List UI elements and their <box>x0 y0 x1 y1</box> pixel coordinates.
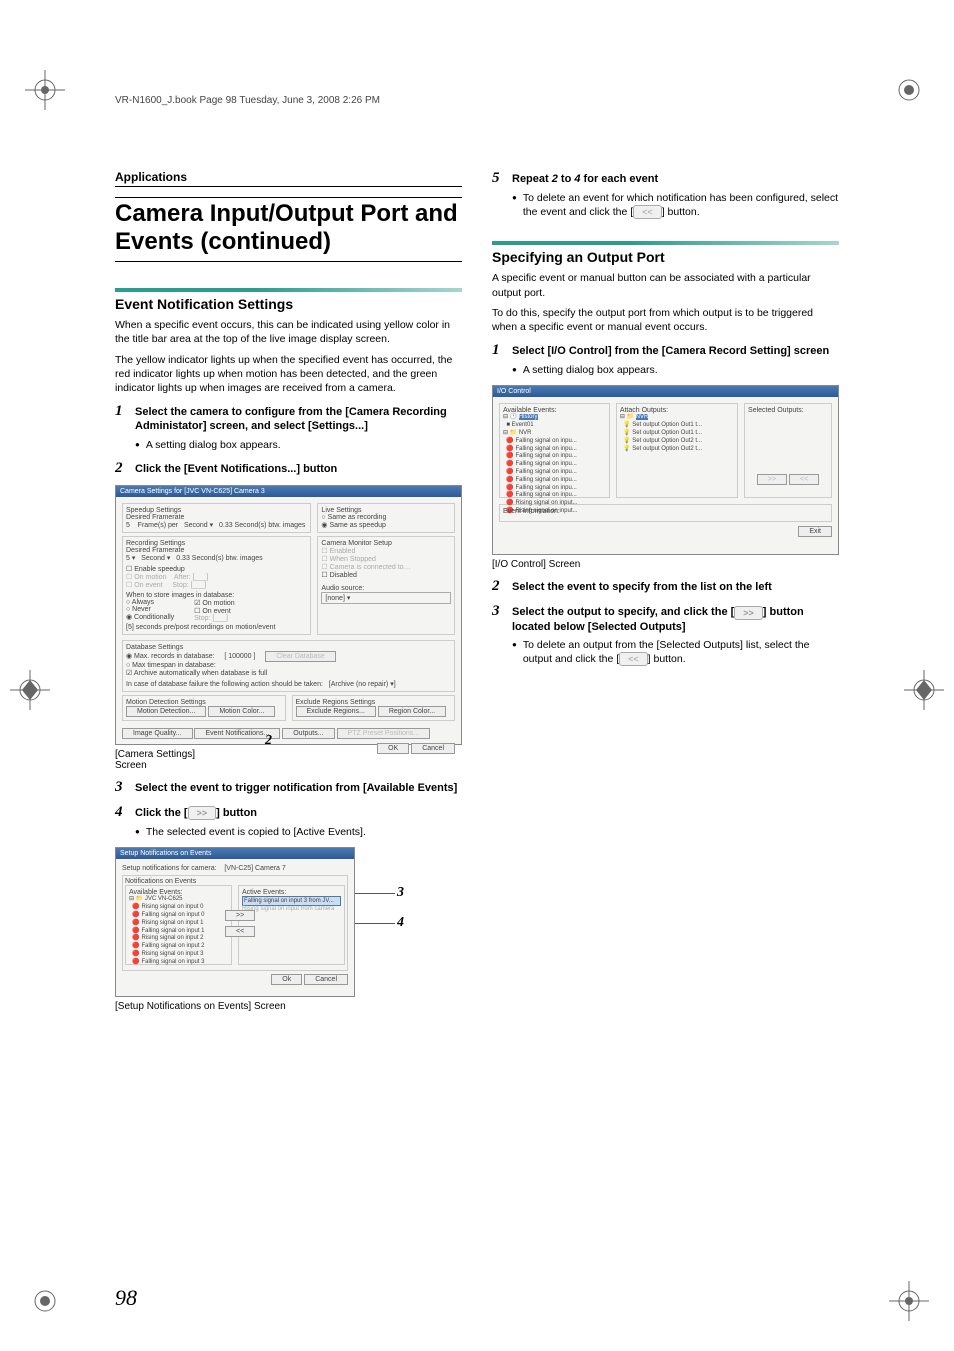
callout-line <box>355 923 395 924</box>
step-text: Click the [>>] button <box>135 804 257 821</box>
step-number: 3 <box>492 603 506 634</box>
screenshot-setup-notifications: Setup Notifications on Events Setup noti… <box>115 847 355 997</box>
callout-number: 2 <box>265 733 272 749</box>
step-text: Repeat 2 to 4 for each event <box>512 170 658 187</box>
bullet-text: A setting dialog box appears. <box>135 438 462 452</box>
screenshot-caption: [I/O Control] Screen <box>492 559 839 570</box>
step-text: Select the output to specify, and click … <box>512 603 839 634</box>
subheading-output-port: Specifying an Output Port <box>492 249 839 265</box>
crop-mark-icon <box>904 670 944 710</box>
crop-mark-icon <box>25 1281 65 1321</box>
step-number: 2 <box>115 460 129 477</box>
dialog-titlebar: I/O Control <box>493 386 838 397</box>
step-number: 5 <box>492 170 506 187</box>
page-meta: VR-N1600_J.book Page 98 Tuesday, June 3,… <box>115 95 380 106</box>
bullet-text: The selected event is copied to [Active … <box>135 825 462 839</box>
step-number: 1 <box>492 342 506 359</box>
step-number: 4 <box>115 804 129 821</box>
body-text: To do this, specify the output port from… <box>492 306 839 334</box>
crop-mark-icon <box>10 670 50 710</box>
arrow-left-button-icon: << <box>633 205 662 219</box>
page-number: 98 <box>115 1285 137 1311</box>
step-text: Click the [Event Notifications...] butto… <box>135 460 337 477</box>
step-text: Select the event to specify from the lis… <box>512 578 772 595</box>
step-number: 3 <box>115 779 129 796</box>
screenshot-io-control: I/O Control Available Events: ⊟ 🕐 Histor… <box>492 385 839 555</box>
arrow-right-button-icon: >> <box>734 606 763 620</box>
accent-rule <box>115 288 462 292</box>
callout-number: 4 <box>397 915 404 931</box>
screenshot-camera-settings: Camera Settings for [JVC VN-C625] Camera… <box>115 485 462 745</box>
callout-number: 3 <box>397 885 404 901</box>
step-number: 1 <box>115 403 129 434</box>
divider <box>115 186 462 187</box>
step-text: Select the camera to configure from the … <box>135 403 462 434</box>
arrow-right-button-icon: >> <box>188 806 217 820</box>
body-text: The yellow indicator lights up when the … <box>115 353 462 396</box>
screenshot-caption: [Setup Notifications on Events] Screen <box>115 1001 462 1012</box>
step-text: Select the event to trigger notification… <box>135 779 457 796</box>
callout-line <box>355 893 395 894</box>
crop-mark-icon <box>25 70 65 110</box>
accent-rule <box>492 241 839 245</box>
step-text: Select [I/O Control] from the [Camera Re… <box>512 342 829 359</box>
dialog-titlebar: Camera Settings for [JVC VN-C625] Camera… <box>116 486 461 497</box>
bullet-text: To delete an output from the [Selected O… <box>512 638 839 666</box>
body-text: A specific event or manual button can be… <box>492 271 839 299</box>
crop-mark-icon <box>889 70 929 110</box>
page-title: Camera Input/Output Port and Events (con… <box>115 197 462 262</box>
arrow-left-button-icon: << <box>619 652 648 666</box>
step-number: 2 <box>492 578 506 595</box>
subheading-event-notification: Event Notification Settings <box>115 296 462 312</box>
body-text: When a specific event occurs, this can b… <box>115 318 462 346</box>
crop-mark-icon <box>889 1281 929 1321</box>
dialog-titlebar: Setup Notifications on Events <box>116 848 354 859</box>
bullet-text: To delete an event for which notificatio… <box>512 191 839 219</box>
section-label: Applications <box>115 170 462 184</box>
bullet-text: A setting dialog box appears. <box>512 363 839 377</box>
